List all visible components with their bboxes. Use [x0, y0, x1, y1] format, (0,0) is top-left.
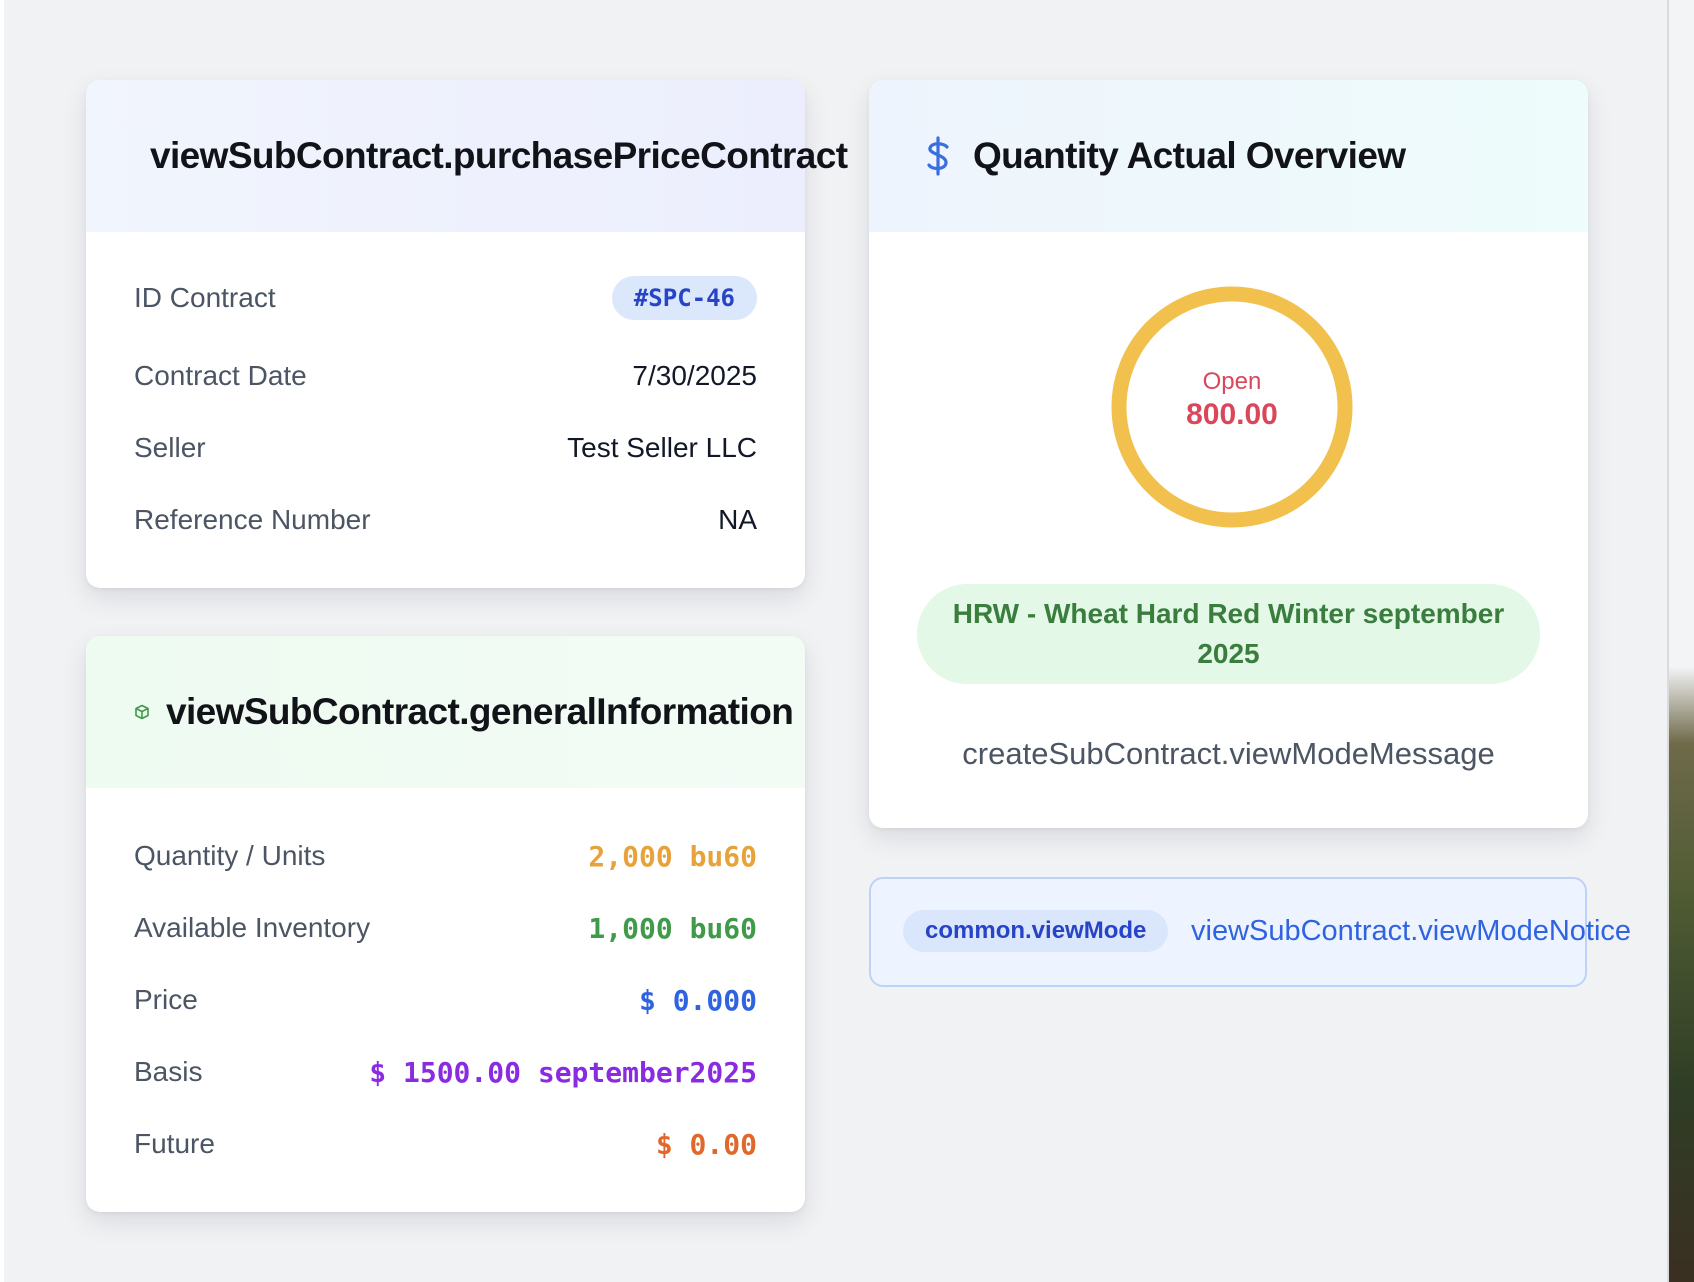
window-left-edge [0, 0, 4, 1282]
contract-id-badge: #SPC-46 [611, 276, 757, 320]
row-value: Test Seller LLC [567, 432, 757, 463]
row-value: 7/30/2025 [632, 360, 757, 391]
detail-row-seller: Seller Test Seller LLC [134, 420, 757, 476]
view-mode-badge: common.viewMode [903, 910, 1169, 952]
row-label: Price [134, 984, 198, 1015]
row-label: Quantity / Units [134, 840, 326, 871]
view-mode-message: createSubContract.viewModeMessage [962, 736, 1495, 771]
basis-value: $ 1500.00 september2025 [369, 1055, 757, 1089]
future-value: $ 0.00 [655, 1127, 757, 1161]
open-quantity-gauge: Open 800.00 [1109, 284, 1355, 530]
row-label: Reference Number [134, 504, 371, 535]
cube-icon [134, 704, 150, 720]
quantity-overview-card: Quantity Actual Overview Open 800.00 HRW… [869, 80, 1588, 828]
detail-row-basis: Basis $ 1500.00 september2025 [134, 1044, 757, 1100]
row-label: Future [134, 1128, 215, 1159]
commodity-pill: HRW - Wheat Hard Red Winter september 20… [917, 584, 1540, 684]
purchase-price-contract-card: viewSubContract.purchasePriceContract ID… [86, 80, 848, 588]
detail-row-price: Price $ 0.000 [134, 972, 757, 1028]
card-title: viewSubContract.purchasePriceContract [150, 135, 848, 176]
row-label: Available Inventory [134, 912, 371, 943]
quantity-value: 2,000 bu60 [588, 839, 757, 873]
general-information-card: viewSubContract.generalInformation Quant… [86, 636, 805, 1212]
detail-row-quantity-units: Quantity / Units 2,000 bu60 [134, 828, 757, 884]
gauge-label: Open [1202, 368, 1262, 395]
row-label: Basis [134, 1056, 203, 1087]
row-label: Contract Date [134, 360, 307, 391]
row-label: ID Contract [134, 282, 276, 313]
view-mode-notice-text: viewSubContract.viewModeNotice [1191, 915, 1632, 947]
card-title: viewSubContract.generalInformation [166, 691, 794, 732]
view-mode-notice: common.viewMode viewSubContract.viewMode… [869, 877, 1631, 987]
row-label: Seller [134, 432, 206, 463]
detail-row-future: Future $ 0.00 [134, 1116, 757, 1172]
dollar-icon [923, 136, 953, 176]
gauge-value: 800.00 [1186, 398, 1278, 431]
detail-row-available-inventory: Available Inventory 1,000 bu60 [134, 900, 757, 956]
inventory-value: 1,000 bu60 [588, 911, 757, 945]
detail-row-id-contract: ID Contract #SPC-46 [134, 270, 757, 326]
card-header: viewSubContract.purchasePriceContract [86, 80, 848, 232]
card-header: Quantity Actual Overview [869, 80, 1588, 232]
card-header: viewSubContract.generalInformation [86, 636, 805, 788]
card-title: Quantity Actual Overview [973, 135, 1406, 176]
detail-row-reference-number: Reference Number NA [134, 492, 757, 548]
price-value: $ 0.000 [638, 983, 757, 1017]
detail-row-contract-date: Contract Date 7/30/2025 [134, 348, 757, 404]
background-desktop-strip [1669, 0, 1694, 1282]
row-value: NA [718, 504, 757, 535]
